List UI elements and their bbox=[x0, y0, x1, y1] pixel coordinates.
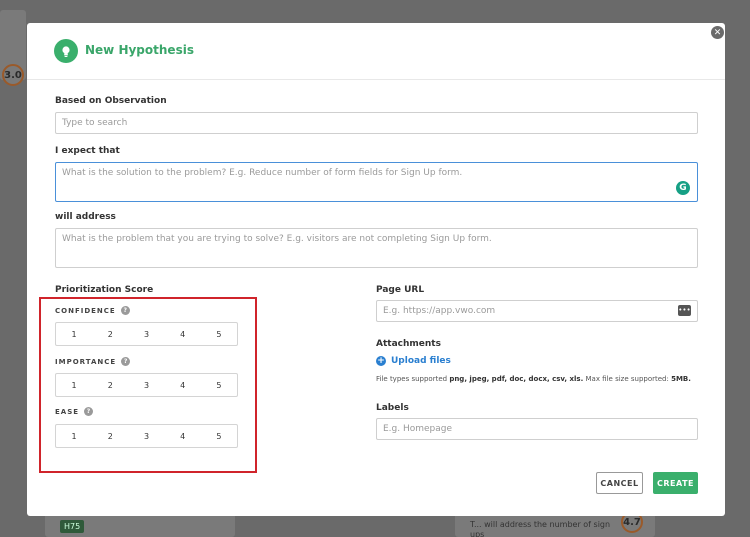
file-types-note: File types supported png, jpeg, pdf, doc… bbox=[376, 375, 691, 383]
modal-title: New Hypothesis bbox=[85, 43, 194, 57]
grammarly-icon[interactable]: G bbox=[676, 181, 690, 195]
attachments-label: Attachments bbox=[376, 339, 441, 349]
more-options-icon[interactable]: ••• bbox=[678, 305, 691, 316]
address-textarea[interactable]: What is the problem that you are trying … bbox=[55, 228, 698, 268]
prioritization-title: Prioritization Score bbox=[55, 285, 154, 295]
labels-input[interactable]: E.g. Homepage bbox=[376, 418, 698, 440]
page-url-label: Page URL bbox=[376, 285, 425, 295]
close-icon[interactable]: ✕ bbox=[711, 26, 724, 39]
background-score-badge: 3.0 bbox=[2, 64, 24, 86]
observation-label: Based on Observation bbox=[55, 96, 167, 106]
upload-files-label: Upload files bbox=[391, 356, 451, 366]
background-card-text: ups bbox=[470, 530, 485, 537]
labels-label: Labels bbox=[376, 403, 409, 413]
address-label: will address bbox=[55, 212, 116, 222]
background-tag: H75 bbox=[60, 520, 85, 533]
modal-header: New Hypothesis bbox=[27, 23, 725, 80]
highlight-box bbox=[39, 297, 257, 473]
expect-label: I expect that bbox=[55, 146, 120, 156]
lightbulb-icon bbox=[54, 39, 78, 63]
observation-search-input[interactable]: Type to search bbox=[55, 112, 698, 134]
page-url-input[interactable]: E.g. https://app.vwo.com bbox=[376, 300, 698, 322]
max-size-value: 5MB. bbox=[671, 375, 691, 383]
max-size-prefix: Max file size supported: bbox=[585, 375, 669, 383]
file-types-prefix: File types supported bbox=[376, 375, 448, 383]
background-card-text: T... will address the number of sign bbox=[470, 520, 611, 529]
plus-circle-icon: + bbox=[376, 355, 386, 366]
upload-files-link[interactable]: + Upload files bbox=[376, 356, 451, 366]
cancel-button[interactable]: CANCEL bbox=[596, 472, 643, 494]
create-button[interactable]: CREATE bbox=[653, 472, 698, 494]
expect-textarea[interactable]: What is the solution to the problem? E.g… bbox=[55, 162, 698, 202]
file-types-list: png, jpeg, pdf, doc, docx, csv, xls. bbox=[449, 375, 584, 383]
